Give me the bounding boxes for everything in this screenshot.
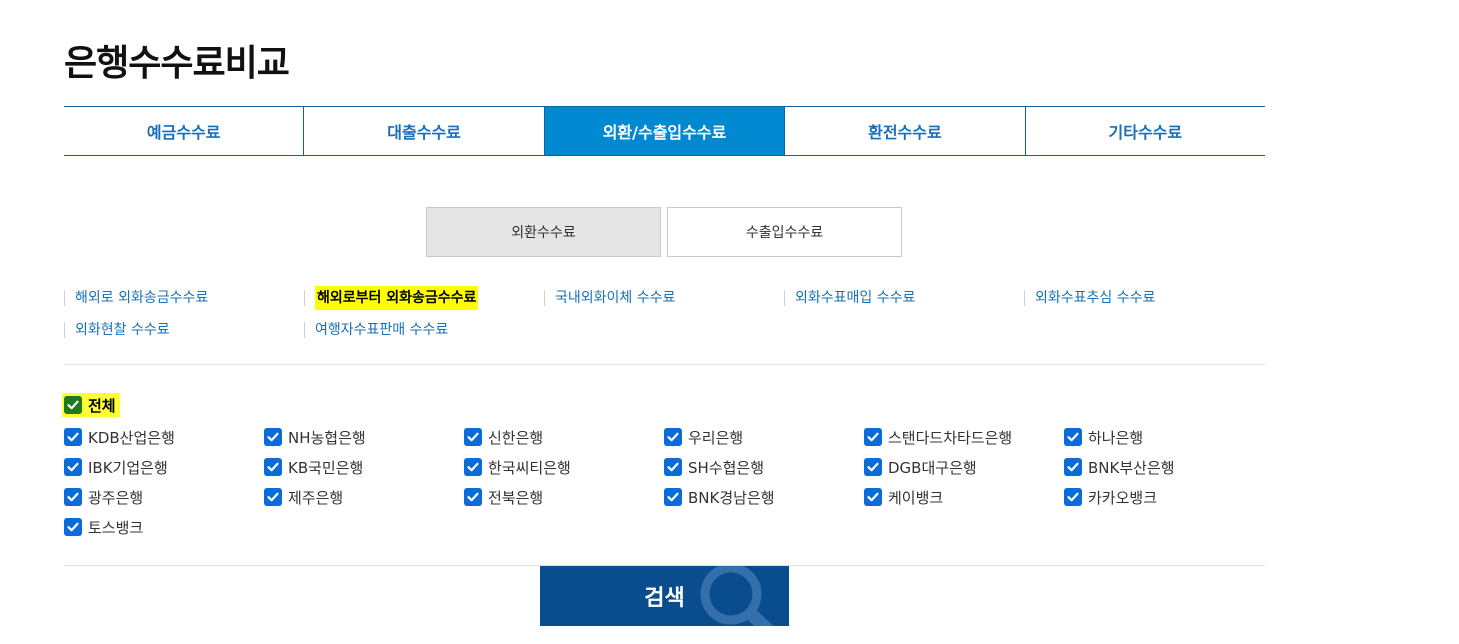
checkmark-icon [1064, 428, 1082, 446]
bank-checkbox[interactable]: 신한은행 [464, 422, 664, 452]
bank-label: BNK경남은행 [688, 488, 775, 507]
bank-label: 전북은행 [488, 488, 544, 507]
bank-checkbox[interactable]: NH농협은행 [264, 422, 464, 452]
bank-label: 카카오뱅크 [1088, 488, 1158, 507]
bank-label: 우리은행 [688, 428, 744, 447]
bank-checkbox[interactable]: DGB대구은행 [864, 452, 1064, 482]
bank-checkbox[interactable]: 카카오뱅크 [1064, 482, 1264, 512]
bank-checkbox[interactable]: 하나은행 [1064, 422, 1264, 452]
checkmark-icon [264, 488, 282, 506]
bank-checkbox[interactable]: KB국민은행 [264, 452, 464, 482]
tab-exchange-fee[interactable]: 환전수수료 [784, 107, 1024, 155]
link-check-collection-fee[interactable]: 외화수표추심 수수료 [1024, 290, 1264, 306]
bank-checkbox[interactable]: 한국씨티은행 [464, 452, 664, 482]
bank-checkbox[interactable]: BNK경남은행 [664, 482, 864, 512]
bank-label: 제주은행 [288, 488, 344, 507]
search-button-label: 검색 [644, 586, 685, 611]
checkmark-icon [64, 458, 82, 476]
bank-label: 광주은행 [88, 488, 144, 507]
fee-type-links: 해외로 외화송금수수료 해외로부터 외화송금수수료 국내외화이체 수수료 외화수… [64, 282, 1284, 346]
tab-other-fee[interactable]: 기타수수료 [1024, 107, 1265, 155]
bank-label: 신한은행 [488, 428, 544, 447]
bank-label: NH농협은행 [288, 428, 366, 447]
checkmark-icon [64, 396, 82, 414]
checkmark-icon [264, 458, 282, 476]
bank-checkbox[interactable]: 스탠다드차타드은행 [864, 422, 1064, 452]
link-check-purchase-fee[interactable]: 외화수표매입 수수료 [784, 290, 1024, 306]
tab-deposit-fee[interactable]: 예금수수료 [64, 107, 303, 155]
tab-forex-trade-fee[interactable]: 외환/수출입수수료 [543, 107, 785, 155]
checkmark-icon [464, 428, 482, 446]
bank-checkbox[interactable]: KDB산업은행 [64, 422, 264, 452]
checkmark-icon [1064, 488, 1082, 506]
select-all-checkbox[interactable]: 전체 [62, 393, 120, 417]
bank-label: 하나은행 [1088, 428, 1144, 447]
select-all-label: 전체 [88, 396, 116, 415]
checkmark-icon [264, 428, 282, 446]
checkmark-icon [1064, 458, 1082, 476]
bank-label: KDB산업은행 [88, 428, 175, 447]
link-cash-fee[interactable]: 외화현찰 수수료 [64, 322, 304, 338]
page-title: 은행수수료비교 [64, 43, 290, 84]
divider [64, 364, 1265, 365]
checkmark-icon [864, 488, 882, 506]
bank-checkbox[interactable]: 우리은행 [664, 422, 864, 452]
search-button[interactable]: 검색 [540, 566, 789, 626]
link-outbound-remittance-fee[interactable]: 해외로 외화송금수수료 [64, 290, 304, 306]
bank-checkbox[interactable]: IBK기업은행 [64, 452, 264, 482]
checkmark-icon [864, 458, 882, 476]
checkmark-icon [664, 488, 682, 506]
bank-label: IBK기업은행 [88, 458, 168, 477]
bank-checkbox[interactable]: 전북은행 [464, 482, 664, 512]
checkmark-icon [864, 428, 882, 446]
checkmark-icon [464, 458, 482, 476]
tab-loan-fee[interactable]: 대출수수료 [303, 107, 543, 155]
checkmark-icon [664, 428, 682, 446]
bank-label: SH수협은행 [688, 458, 765, 477]
bank-checkbox[interactable]: 제주은행 [264, 482, 464, 512]
checkmark-icon [64, 488, 82, 506]
checkmark-icon [64, 518, 82, 536]
bank-label: KB국민은행 [288, 458, 364, 477]
link-inbound-remittance-fee[interactable]: 해외로부터 외화송금수수료 [304, 286, 544, 310]
sub-tabs: 외환수수료 수출입수수료 [426, 207, 902, 257]
checkmark-icon [664, 458, 682, 476]
checkmark-icon [64, 428, 82, 446]
bank-checkbox-list: KDB산업은행 NH농협은행 신한은행 우리은행 스탠다드차타드은행 하나은행 IBK기업은… [64, 422, 1264, 542]
checkmark-icon [464, 488, 482, 506]
bank-label: 스탠다드차타드은행 [888, 428, 1013, 447]
bank-checkbox[interactable]: 케이뱅크 [864, 482, 1064, 512]
bank-label: DGB대구은행 [888, 458, 977, 477]
bank-label: 토스뱅크 [88, 518, 144, 537]
subtab-trade-fee[interactable]: 수출입수수료 [667, 207, 902, 257]
bank-checkbox[interactable]: 광주은행 [64, 482, 264, 512]
bank-checkbox[interactable]: BNK부산은행 [1064, 452, 1264, 482]
bank-checkbox[interactable]: SH수협은행 [664, 452, 864, 482]
bank-label: 케이뱅크 [888, 488, 944, 507]
main-tabs: 예금수수료 대출수수료 외환/수출입수수료 환전수수료 기타수수료 [64, 106, 1265, 156]
magnifier-icon [700, 566, 774, 626]
subtab-forex-fee[interactable]: 외환수수료 [426, 207, 661, 257]
bank-checkbox[interactable]: 토스뱅크 [64, 512, 264, 542]
link-domestic-transfer-fee[interactable]: 국내외화이체 수수료 [544, 290, 784, 306]
link-travelers-check-fee[interactable]: 여행자수표판매 수수료 [304, 322, 544, 338]
bank-label: BNK부산은행 [1088, 458, 1175, 477]
bank-label: 한국씨티은행 [488, 458, 571, 477]
